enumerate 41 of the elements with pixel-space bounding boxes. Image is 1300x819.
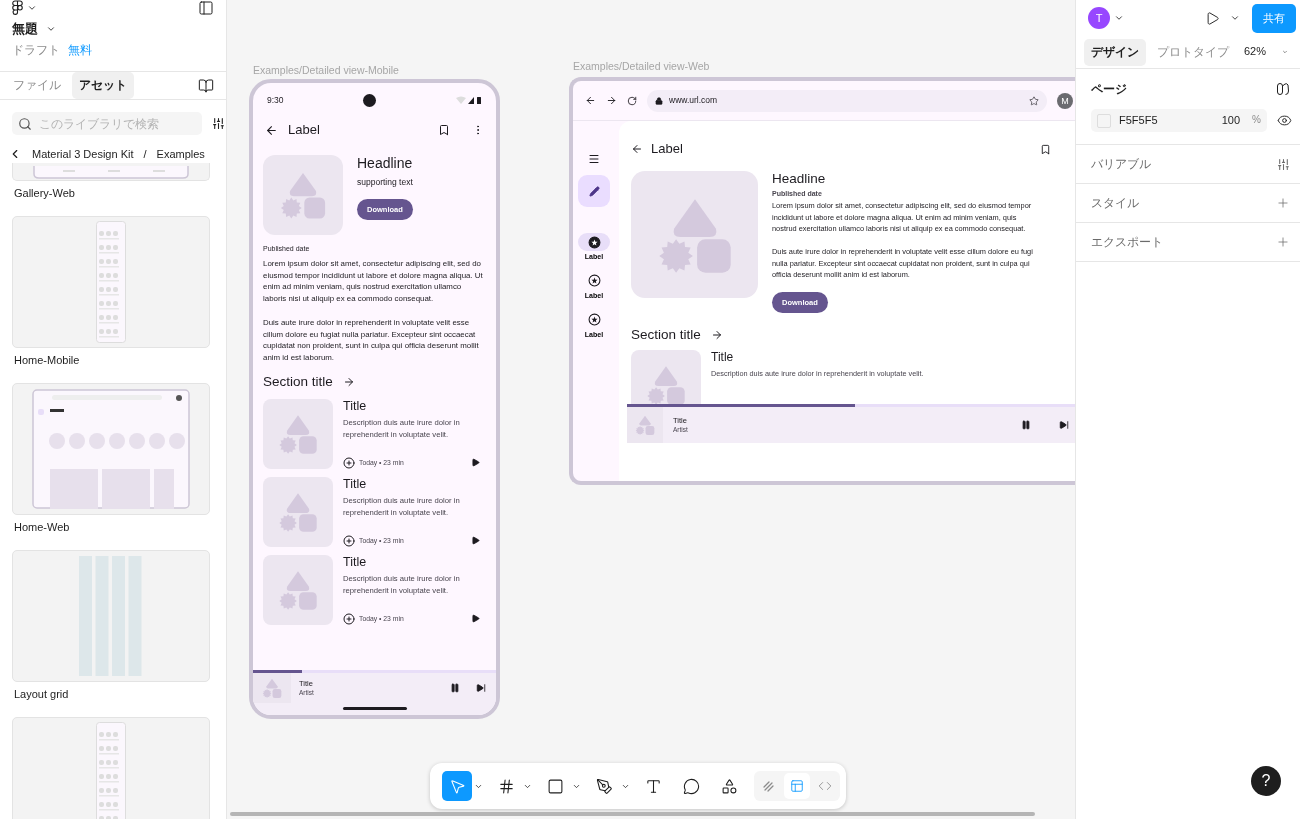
item-title: Title — [343, 398, 368, 415]
location-label: ドラフト — [12, 42, 60, 59]
search-field[interactable]: このライブラリで検索 — [12, 112, 202, 135]
user-avatar[interactable]: M — [1057, 92, 1073, 109]
percent-unit: % — [1252, 114, 1261, 127]
asset-name: Layout grid — [13, 687, 70, 702]
user-avatar[interactable]: T — [1088, 7, 1110, 29]
supporting-text: supporting text — [357, 176, 413, 188]
item-title: Title — [343, 554, 368, 571]
section-heading: ページ — [1091, 81, 1127, 97]
item-title: Title — [711, 349, 735, 365]
file-name[interactable]: 無題 — [12, 20, 38, 38]
asset-name: Home-Web — [13, 520, 71, 535]
color-hex: F5F5F5 — [1119, 113, 1158, 128]
headline: Headline — [772, 171, 827, 189]
color-field[interactable]: F5F5F5 100 % — [1091, 109, 1267, 132]
url-field[interactable]: www.url.com — [647, 89, 1047, 112]
opacity-value: 100 — [1221, 113, 1241, 128]
breadcrumb-separator: / — [143, 148, 147, 160]
section-heading: バリアブル — [1091, 156, 1151, 172]
plan-label: 無料 — [68, 42, 92, 59]
breadcrumb-link[interactable]: Material 3 Design Kit — [32, 148, 134, 160]
panel-tab[interactable]: アセット — [72, 72, 134, 99]
search-input[interactable]: このライブラリで検索 — [37, 115, 196, 132]
section-title: Section title — [631, 327, 701, 344]
section-heading: エクスポート — [1091, 234, 1163, 250]
status-time: 9:30 — [267, 94, 284, 106]
item-title: Title — [343, 476, 368, 493]
url-text: www.url.com — [669, 95, 718, 106]
headline: Headline — [357, 155, 413, 173]
panel-tab[interactable]: ファイル — [6, 72, 68, 99]
section-heading: スタイル — [1091, 195, 1139, 211]
section-title: Section title — [263, 373, 333, 391]
top-bar-title: Label — [288, 121, 320, 139]
zoom-level[interactable]: 62% — [1244, 45, 1267, 59]
top-bar-title: Label — [651, 141, 683, 158]
asset-name: Gallery-Web — [13, 186, 76, 201]
breadcrumb-current: Examples — [156, 148, 205, 160]
panel-tab[interactable]: デザイン — [1084, 38, 1146, 66]
panel-tab[interactable]: プロトタイプ — [1150, 38, 1236, 66]
asset-name: Home-Mobile — [13, 353, 81, 368]
